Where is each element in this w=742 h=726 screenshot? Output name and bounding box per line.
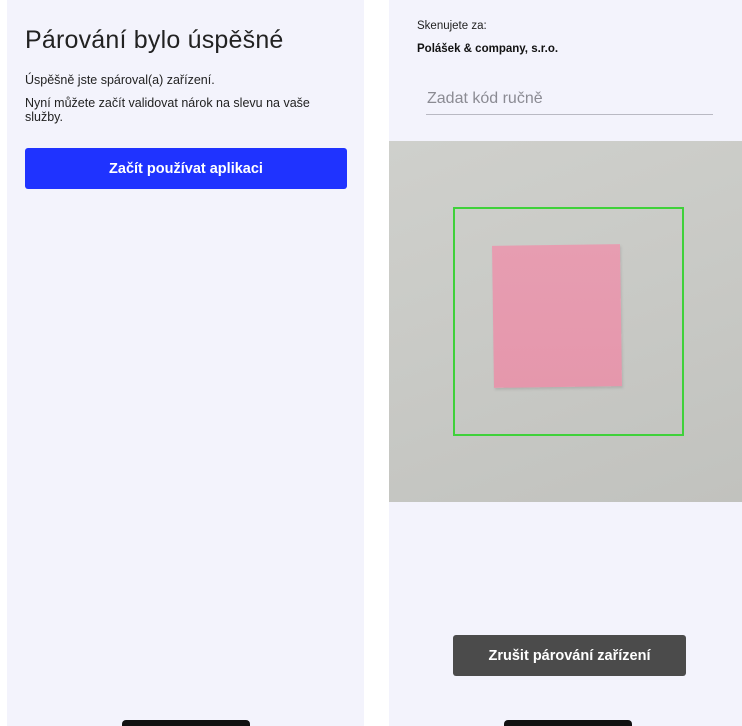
start-using-app-button[interactable]: Začít používat aplikaci	[25, 148, 347, 189]
success-message: Úspěšně jste spároval(a) zařízení.	[25, 73, 215, 87]
home-indicator	[504, 720, 632, 726]
scanning-for-label: Skenujete za:	[417, 20, 487, 32]
camera-preview	[389, 141, 742, 502]
manual-code-input[interactable]	[426, 83, 713, 115]
scan-frame	[453, 207, 684, 436]
scan-screen: Skenujete za: Polášek & company, s.r.o. …	[389, 0, 742, 726]
pairing-success-screen: Párování bylo úspěšné Úspěšně jste spáro…	[7, 0, 364, 726]
cancel-pairing-button[interactable]: Zrušit párování zařízení	[453, 635, 686, 676]
instruction-message: Nyní můžete začít validovat nárok na sle…	[25, 96, 310, 124]
page-title: Párování bylo úspěšné	[25, 26, 284, 54]
home-indicator	[122, 720, 250, 726]
company-name: Polášek & company, s.r.o.	[417, 43, 559, 55]
